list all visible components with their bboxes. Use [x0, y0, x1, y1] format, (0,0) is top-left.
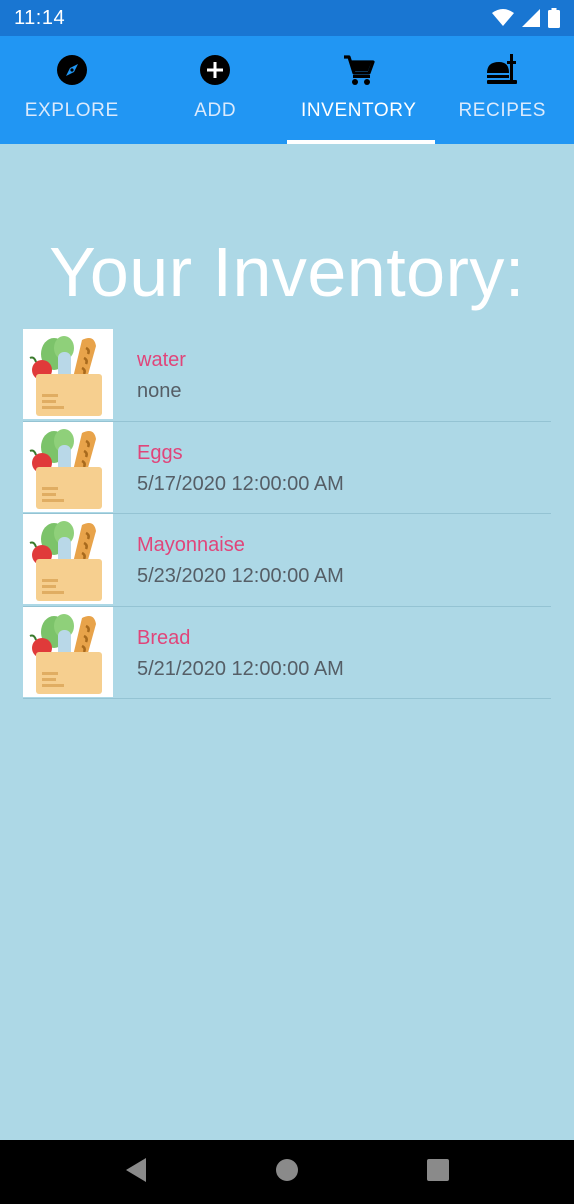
wifi-icon [492, 9, 514, 27]
tab-recipes-label: RECIPES [458, 100, 547, 121]
tab-explore-label: EXPLORE [24, 100, 119, 121]
grocery-bag-icon [23, 329, 113, 419]
cart-icon [341, 52, 377, 88]
item-name: Eggs [137, 441, 183, 464]
list-item[interactable]: Mayonnaise 5/23/2020 12:00:00 AM [23, 514, 551, 607]
tab-bar: EXPLORE ADD INVENTORY RECIPES [0, 36, 574, 144]
battery-icon [548, 8, 560, 28]
tab-inventory[interactable]: INVENTORY [287, 36, 435, 144]
tab-add[interactable]: ADD [144, 36, 288, 144]
item-name: Bread [137, 626, 191, 649]
recents-button[interactable] [408, 1142, 468, 1202]
food-icon [484, 52, 520, 88]
recents-icon [426, 1158, 450, 1187]
tab-add-label: ADD [194, 100, 237, 121]
back-icon [124, 1157, 148, 1188]
compass-icon [54, 52, 90, 88]
home-button[interactable] [257, 1142, 317, 1202]
inventory-list: water none Eggs 5/17/2020 12:00:00 AM Ma… [23, 329, 551, 699]
item-name: water [137, 349, 186, 371]
grocery-bag-icon [23, 421, 113, 512]
navigation-bar [0, 1140, 574, 1204]
list-item[interactable]: Eggs 5/17/2020 12:00:00 AM [23, 421, 551, 514]
home-icon [275, 1158, 299, 1187]
list-item[interactable]: Bread 5/21/2020 12:00:00 AM [23, 606, 551, 699]
item-date: 5/17/2020 12:00:00 AM [137, 472, 344, 495]
list-item[interactable]: water none [23, 329, 551, 422]
item-date: 5/21/2020 12:00:00 AM [137, 657, 344, 680]
grocery-bag-icon [23, 606, 113, 697]
item-name: Mayonnaise [137, 534, 245, 556]
status-icons [492, 8, 560, 28]
active-tab-indicator [287, 140, 435, 144]
signal-icon [522, 9, 540, 27]
item-date: 5/23/2020 12:00:00 AM [137, 565, 344, 587]
back-button[interactable] [106, 1142, 166, 1202]
tab-recipes[interactable]: RECIPES [431, 36, 574, 144]
add-circle-icon [197, 52, 233, 88]
tab-inventory-label: INVENTORY [300, 100, 417, 121]
status-bar: 11:14 [0, 0, 574, 36]
item-date: none [137, 380, 182, 402]
page-title: Your Inventory: [49, 233, 525, 311]
grocery-bag-icon [23, 514, 113, 604]
tab-explore[interactable]: EXPLORE [0, 36, 144, 144]
status-time: 11:14 [14, 6, 66, 29]
